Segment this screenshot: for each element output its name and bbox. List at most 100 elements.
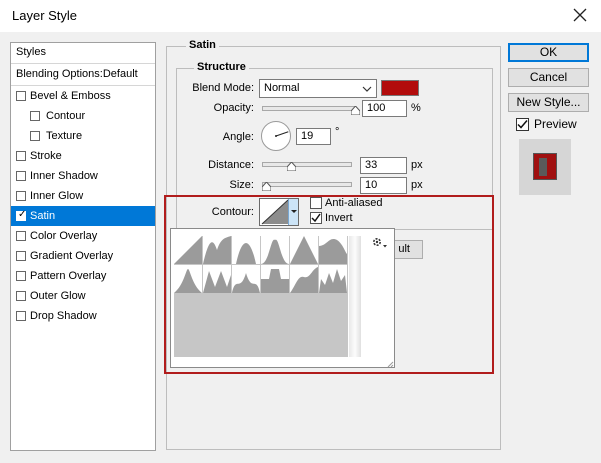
style-item-label: Drop Shadow xyxy=(30,310,97,322)
style-item[interactable]: Gradient Overlay xyxy=(11,246,155,266)
contour-preset-thumb[interactable] xyxy=(174,265,202,293)
resize-grip-icon[interactable] xyxy=(386,359,394,368)
size-label: Size: xyxy=(229,179,254,191)
opacity-unit: % xyxy=(411,102,421,114)
style-item-checkbox[interactable] xyxy=(16,171,26,181)
contour-preset-thumb[interactable] xyxy=(232,265,260,293)
size-slider[interactable] xyxy=(262,182,352,187)
style-item[interactable]: Color Overlay xyxy=(11,226,155,246)
style-item-label: Texture xyxy=(46,130,83,142)
style-item[interactable]: Inner Glow xyxy=(11,186,155,206)
gear-icon[interactable] xyxy=(370,235,388,251)
contour-picker-popup xyxy=(170,228,395,368)
contour-preset-thumb[interactable] xyxy=(203,265,231,293)
angle-dial[interactable] xyxy=(260,120,292,152)
invert-checkbox[interactable] xyxy=(310,212,322,224)
popup-scrollbar[interactable] xyxy=(349,236,361,357)
style-item[interactable]: ✓ Satin xyxy=(11,206,155,226)
style-item[interactable]: Pattern Overlay xyxy=(11,266,155,286)
style-item-label: Stroke xyxy=(30,150,62,162)
styles-divider xyxy=(11,63,155,64)
size-input[interactable]: 10 xyxy=(360,177,407,194)
style-item[interactable]: Drop Shadow xyxy=(11,306,155,326)
color-swatch[interactable] xyxy=(381,80,419,96)
opacity-label: Opacity: xyxy=(213,102,254,114)
checkmark-icon: ✓ xyxy=(18,209,27,220)
preview-checkbox[interactable] xyxy=(516,118,529,131)
style-item-checkbox[interactable] xyxy=(16,191,26,201)
new-style-button-label: New Style... xyxy=(516,95,581,109)
preview-inner xyxy=(539,158,547,176)
cancel-button[interactable]: Cancel xyxy=(508,68,589,87)
style-item-label: Pattern Overlay xyxy=(30,270,107,282)
contour-preset-thumb[interactable] xyxy=(261,265,289,293)
style-item[interactable]: Bevel & Emboss xyxy=(11,86,155,106)
contour-label: Contour: xyxy=(211,206,254,218)
opacity-input[interactable]: 100 xyxy=(362,100,407,117)
angle-unit: ° xyxy=(335,126,340,138)
contour-preview-icon xyxy=(261,199,289,225)
style-item[interactable]: Inner Shadow xyxy=(11,166,155,186)
ok-button[interactable]: OK xyxy=(508,43,589,62)
preview-swatch xyxy=(533,153,557,180)
style-item-label: Color Overlay xyxy=(30,230,98,242)
contour-preset-thumb[interactable] xyxy=(232,236,260,264)
new-style-button[interactable]: New Style... xyxy=(508,93,589,112)
distance-input[interactable]: 33 xyxy=(360,157,407,174)
style-item-label: Outer Glow xyxy=(30,290,86,302)
contour-preset-thumb[interactable] xyxy=(319,236,347,264)
style-item-checkbox[interactable] xyxy=(16,231,26,241)
style-item-checkbox[interactable] xyxy=(16,291,26,301)
angle-input[interactable]: 19 xyxy=(296,128,331,145)
title-bar xyxy=(0,0,601,32)
style-item-checkbox[interactable] xyxy=(16,91,26,101)
style-item[interactable]: Outer Glow xyxy=(11,286,155,306)
distance-label: Distance: xyxy=(208,159,254,171)
contour-preset-thumb[interactable] xyxy=(203,236,231,264)
styles-panel: Styles Blending Options:Default Bevel & … xyxy=(10,42,156,451)
structure-group-label: Structure xyxy=(194,61,249,73)
distance-slider[interactable] xyxy=(262,162,352,167)
style-item-checkbox[interactable] xyxy=(30,111,40,121)
opacity-slider[interactable] xyxy=(262,106,355,111)
style-item-checkbox[interactable] xyxy=(30,131,40,141)
style-item-label: Satin xyxy=(30,210,56,222)
anti-aliased-label: Anti-aliased xyxy=(325,197,383,209)
make-default-label: ult xyxy=(398,243,410,255)
checkmark-icon xyxy=(311,213,321,223)
close-icon[interactable] xyxy=(569,4,591,26)
preview-label: Preview xyxy=(534,117,577,131)
contour-presets xyxy=(174,236,347,293)
contour-preset-thumb[interactable] xyxy=(261,236,289,264)
contour-preset-thumb[interactable] xyxy=(319,265,347,293)
style-item-label: Inner Glow xyxy=(30,190,84,202)
distance-slider-thumb[interactable] xyxy=(286,161,297,172)
style-item-label: Bevel & Emboss xyxy=(30,90,111,102)
style-item[interactable]: Contour xyxy=(11,106,155,126)
blending-options-item[interactable]: Blending Options:Default xyxy=(11,68,155,80)
contour-preset-thumb[interactable] xyxy=(174,236,202,264)
style-item-checkbox[interactable]: ✓ xyxy=(16,209,27,221)
contour-presets-grid xyxy=(174,236,348,357)
style-item-label: Contour xyxy=(46,110,86,122)
contour-preset-thumb[interactable] xyxy=(290,236,318,264)
checkmark-icon xyxy=(517,120,528,129)
anti-aliased-checkbox[interactable] xyxy=(310,197,322,209)
style-item-checkbox[interactable] xyxy=(16,311,26,321)
style-item-checkbox[interactable] xyxy=(16,251,26,261)
style-item-checkbox[interactable] xyxy=(16,151,26,161)
cancel-button-label: Cancel xyxy=(529,70,568,84)
style-item[interactable]: Stroke xyxy=(11,146,155,166)
styles-header: Styles xyxy=(16,46,46,58)
blend-mode-select[interactable]: Normal xyxy=(259,79,377,98)
window-title: Layer Style xyxy=(12,8,78,23)
style-item-checkbox[interactable] xyxy=(16,271,26,281)
size-slider-thumb[interactable] xyxy=(261,181,272,192)
style-item[interactable]: Texture xyxy=(11,126,155,146)
chevron-down-icon[interactable] xyxy=(288,199,298,225)
contour-preset-thumb[interactable] xyxy=(290,265,318,293)
opacity-slider-thumb[interactable] xyxy=(350,105,360,116)
contour-picker[interactable] xyxy=(259,198,299,226)
distance-unit: px xyxy=(411,159,423,171)
style-item-label: Inner Shadow xyxy=(30,170,98,182)
